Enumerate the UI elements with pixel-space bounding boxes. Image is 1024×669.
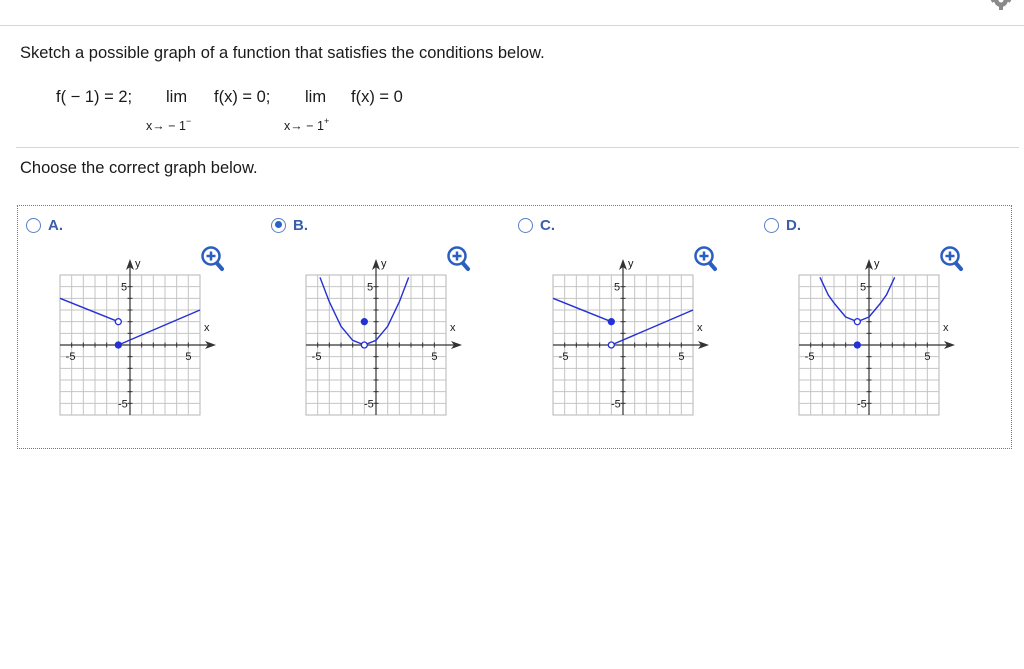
radio-b[interactable] (271, 217, 286, 233)
limit-left-superscript: − (185, 116, 192, 126)
option-a-label: A. (48, 216, 63, 234)
option-b[interactable]: B. (271, 214, 308, 236)
x-tick-label-max: 5 (678, 351, 684, 363)
y-tick-label-min: -5 (857, 398, 867, 410)
x-tick-label-min: -5 (559, 351, 569, 363)
limit-left-expression: f(x) = 0; (214, 88, 271, 106)
open-point (853, 318, 861, 326)
option-c[interactable]: C. (518, 214, 555, 236)
radio-c[interactable] (518, 217, 533, 233)
y-axis-label: y (628, 258, 634, 270)
open-point (360, 341, 368, 349)
question-prompt: Sketch a possible graph of a function th… (20, 44, 545, 62)
y-tick-label-min: -5 (364, 398, 374, 410)
radio-d[interactable] (764, 217, 779, 233)
y-tick-label-max: 5 (367, 282, 373, 294)
zoom-c-icon[interactable] (694, 246, 718, 272)
top-divider (0, 25, 1024, 26)
x-tick-label-max: 5 (185, 351, 191, 363)
y-axis-label: y (135, 258, 141, 270)
y-tick-label-min: -5 (118, 398, 128, 410)
open-point (607, 341, 615, 349)
option-a[interactable]: A. (26, 214, 63, 236)
limit-right-expression: f(x) = 0 (351, 88, 403, 106)
y-axis-label: y (381, 258, 387, 270)
gear-icon[interactable] (986, 0, 1016, 12)
y-tick-label-max: 5 (860, 282, 866, 294)
y-tick-label-max: 5 (614, 282, 620, 294)
x-tick-label-min: -5 (312, 351, 322, 363)
limit-right-subscript: x→ − 1+ (284, 116, 330, 134)
filled-point (853, 341, 861, 349)
option-c-label: C. (540, 216, 555, 234)
y-tick-label-min: -5 (611, 398, 621, 410)
section-divider (16, 147, 1019, 148)
limit-left-word: lim (166, 88, 188, 106)
open-point (114, 318, 122, 326)
x-axis-label: x (697, 322, 703, 334)
filled-point (114, 341, 122, 349)
filled-point (360, 318, 368, 326)
x-axis-label: x (943, 322, 949, 334)
y-tick-label-max: 5 (121, 282, 127, 294)
y-axis-label: y (874, 258, 880, 270)
option-d-label: D. (786, 216, 801, 234)
option-b-label: B. (293, 216, 308, 234)
zoom-d-icon[interactable] (940, 246, 964, 272)
x-axis-label: x (450, 322, 456, 334)
limit-right-word: lim (305, 88, 327, 106)
x-tick-label-max: 5 (431, 351, 437, 363)
instruction-text: Choose the correct graph below. (20, 159, 258, 177)
limit-right-superscript: + (323, 116, 330, 126)
zoom-b-icon[interactable] (447, 246, 471, 272)
radio-a[interactable] (26, 217, 41, 233)
x-tick-label-max: 5 (924, 351, 930, 363)
condition-value: f( − 1) = 2; (56, 88, 133, 106)
x-tick-label-min: -5 (66, 351, 76, 363)
limit-left-subscript: x→ − 1− (146, 116, 192, 134)
zoom-a-icon[interactable] (201, 246, 225, 272)
x-tick-label-min: -5 (805, 351, 815, 363)
filled-point (607, 318, 615, 326)
x-axis-label: x (204, 322, 210, 334)
option-d[interactable]: D. (764, 214, 801, 236)
answer-choices: A. y x -5 5 5 -5 B. y x -5 5 5 -5 C. y x -5 5 5 -5 D. y… (17, 205, 1012, 449)
